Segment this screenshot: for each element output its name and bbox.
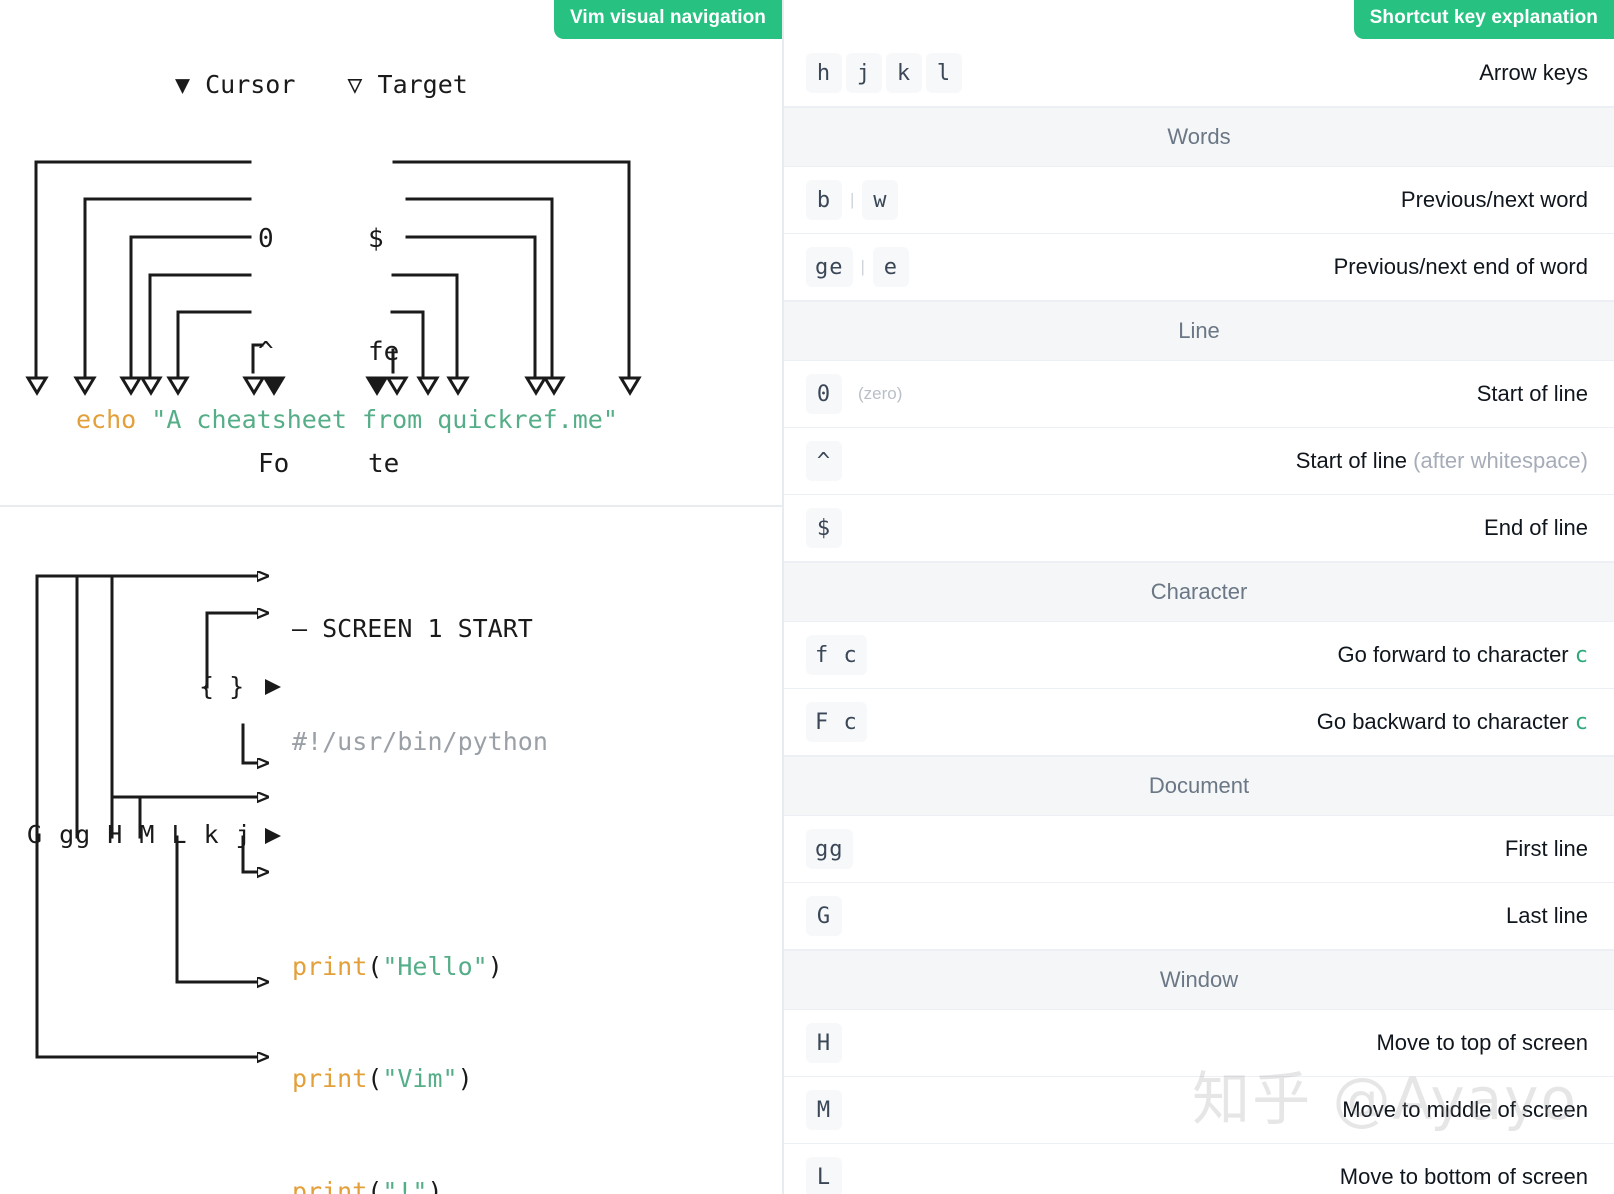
code-line-hello: print("Hello") (292, 951, 503, 981)
echo-command-line: echo "A cheatsheet from quickref.me" (76, 404, 618, 436)
row-description: Move to top of screen (1376, 1030, 1588, 1055)
kbd-ge[interactable]: ge (806, 247, 853, 287)
key-group: ge | e (806, 247, 909, 287)
row-description: Move to middle of screen (1342, 1097, 1588, 1122)
section-document: Document (784, 756, 1614, 816)
row-prev-next-word[interactable]: b | w Previous/next word (784, 167, 1614, 234)
kbd-zero[interactable]: 0 (806, 374, 842, 414)
target-key-dollar: $ (368, 224, 384, 254)
key-group: M (806, 1090, 842, 1130)
section-window: Window (784, 950, 1614, 1010)
section-character: Character (784, 562, 1614, 622)
key-group: f c (806, 635, 867, 675)
code-line-vim: print("Vim") (292, 1064, 473, 1093)
kbd-h[interactable]: h (806, 53, 842, 93)
kbd-dollar[interactable]: $ (806, 508, 842, 548)
kbd-caret[interactable]: ^ (806, 441, 842, 481)
row-description: Start of line (after whitespace) (1296, 448, 1588, 474)
left-column: Vim visual navigation ▼ Cursor▽ Target (0, 0, 784, 1194)
target-key-te: te (368, 449, 400, 479)
row-go-forward-to-character[interactable]: f c Go forward to character c (784, 622, 1614, 689)
kbd-k[interactable]: k (886, 53, 922, 93)
kbd-Fc[interactable]: F c (806, 702, 867, 742)
vim-visual-navigation-panel: Vim visual navigation ▼ Cursor▽ Target (0, 0, 782, 817)
screen-1-start-label: — SCREEN 1 START (292, 614, 533, 643)
row-description: First line (1504, 836, 1588, 861)
echo-keyword: echo (76, 405, 137, 434)
row-last-line[interactable]: G Last line (784, 883, 1614, 950)
brace-motion-marker: { } (199, 672, 245, 701)
key-group: 0 (zero) (806, 374, 902, 414)
cursor-triangle-vim (265, 828, 279, 844)
shebang-line: #!/usr/bin/python (292, 726, 548, 756)
key-group: b | w (806, 180, 899, 220)
cursor-key-Fo: Fo (258, 449, 290, 479)
kbd-G[interactable]: G (806, 896, 842, 936)
desc-char: c (1574, 710, 1588, 735)
kbd-L[interactable]: L (806, 1157, 842, 1194)
key-group: F c (806, 702, 867, 742)
row-end-of-line[interactable]: $ End of line (784, 495, 1614, 562)
code-line-bang: print("!") (292, 1176, 443, 1194)
key-group: ^ (806, 441, 842, 481)
row-start-of-line-after-whitespace[interactable]: ^ Start of line (after whitespace) (784, 428, 1614, 495)
row-arrow-keys[interactable]: h j k l Arrow keys (784, 40, 1614, 107)
target-key-fe: fe (368, 336, 400, 367)
key-separator: | (850, 190, 855, 209)
row-description: Go backward to character c (1317, 709, 1588, 735)
shortcut-rows: h j k l Arrow keys Words b | w Previous/… (784, 40, 1614, 1194)
key-separator: | (860, 257, 865, 276)
row-prev-next-end-of-word[interactable]: ge | e Previous/next end of word (784, 234, 1614, 301)
key-group: H (806, 1023, 842, 1063)
vim-visual-navigation-badge: Vim visual navigation (553, 0, 782, 39)
row-move-top-of-screen[interactable]: H Move to top of screen (784, 1010, 1614, 1077)
screen-motions-panel: — SCREEN 1 START #!/usr/bin/python print… (0, 507, 782, 1194)
cursor-key-caret: ^ (258, 336, 274, 367)
key-group: gg (806, 829, 853, 869)
key-group: G (806, 896, 842, 936)
motion-keys-row: G gg H M L k j (27, 820, 252, 849)
desc-char: c (1574, 643, 1588, 668)
desc-main: Go forward to character (1337, 642, 1575, 667)
row-move-bottom-of-screen[interactable]: L Move to bottom of screen (784, 1144, 1614, 1194)
kbd-fc[interactable]: f c (806, 635, 867, 675)
key-group: L (806, 1157, 842, 1194)
echo-string: "A cheatsheet from quickref.me" (151, 405, 618, 434)
row-move-middle-of-screen[interactable]: M Move to middle of screen (784, 1077, 1614, 1144)
row-description: Arrow keys (1479, 60, 1588, 85)
row-description: Move to bottom of screen (1339, 1164, 1588, 1189)
desc-main: Start of line (1295, 448, 1414, 473)
section-words: Words (784, 107, 1614, 167)
section-line: Line (784, 301, 1614, 361)
kbd-b[interactable]: b (806, 180, 842, 220)
zero-note: (zero) (858, 384, 903, 403)
desc-main: Go backward to character (1316, 709, 1575, 734)
kbd-w[interactable]: w (862, 180, 899, 220)
kbd-l[interactable]: l (926, 53, 962, 93)
key-group: h j k l (806, 53, 962, 93)
row-description: End of line (1484, 515, 1588, 540)
cheatsheet-page: Vim visual navigation ▼ Cursor▽ Target (0, 0, 1614, 1194)
key-group: $ (806, 508, 842, 548)
kbd-e[interactable]: e (872, 247, 909, 287)
desc-muted: (after whitespace) (1413, 448, 1588, 473)
row-go-backward-to-character[interactable]: F c Go backward to character c (784, 689, 1614, 756)
row-description: Start of line (1476, 381, 1588, 406)
row-description: Last line (1506, 903, 1588, 928)
kbd-gg[interactable]: gg (806, 829, 853, 869)
kbd-j[interactable]: j (846, 53, 882, 93)
right-column: Shortcut key explanation h j k l Arrow k… (784, 0, 1614, 1194)
screen-code-block: — SCREEN 1 START #!/usr/bin/python print… (292, 535, 593, 1194)
cursor-key-0: 0 (258, 224, 274, 254)
row-description: Go forward to character c (1338, 642, 1588, 668)
row-description: Previous/next word (1400, 187, 1588, 212)
row-start-of-line[interactable]: 0 (zero) Start of line (784, 361, 1614, 428)
kbd-M[interactable]: M (806, 1090, 842, 1130)
row-first-line[interactable]: gg First line (784, 816, 1614, 883)
row-description: Previous/next end of word (1333, 254, 1588, 279)
shortcut-key-explanation-badge: Shortcut key explanation (1353, 0, 1614, 39)
kbd-H[interactable]: H (806, 1023, 842, 1063)
